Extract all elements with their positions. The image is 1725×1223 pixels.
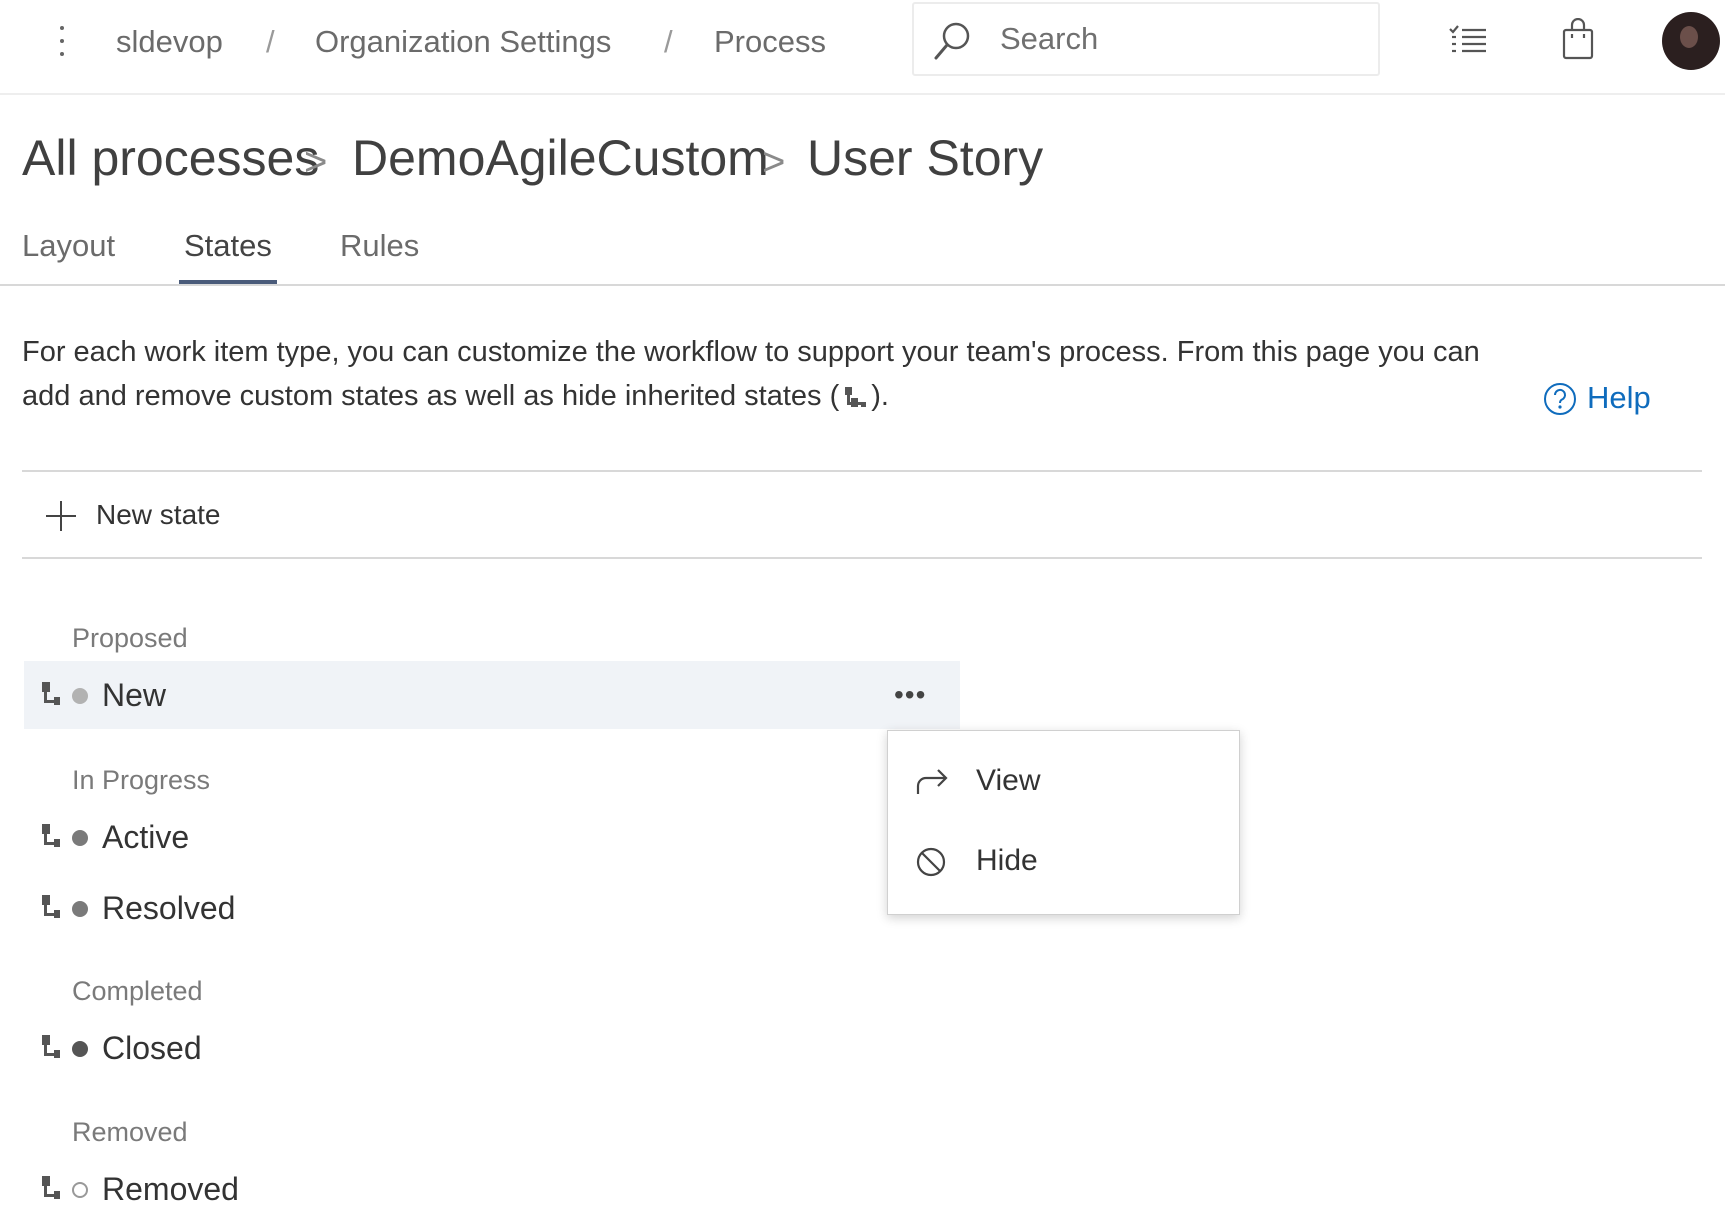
tab-states[interactable]: States [184,226,272,266]
state-row-closed[interactable]: Closed [24,1014,960,1082]
chevron-right-icon: > [304,140,328,184]
state-color-dot [72,901,88,917]
state-context-menu: View Hide [887,730,1240,915]
inherited-icon [42,1176,60,1199]
state-name: Removed [102,1171,239,1207]
tab-rules[interactable]: Rules [340,226,419,266]
tabs-divider [0,284,1725,286]
category-label-in-progress: In Progress [72,765,211,795]
top-bar: sldevop / Organization Settings / Proces… [0,0,1725,95]
state-name: New [102,677,167,713]
breadcrumb-organization-settings[interactable]: Organization Settings [315,22,611,62]
checklist-icon[interactable] [1448,18,1488,62]
breadcrumb-separator: / [266,24,275,59]
state-color-dot [72,688,88,704]
divider [22,470,1702,472]
title-process-name[interactable]: DemoAgileCustom [352,126,769,190]
title-work-item-type: User Story [807,130,1044,186]
inherited-icon [845,387,867,408]
state-name: Resolved [102,890,236,926]
menu-item-view[interactable]: View [888,751,1239,811]
breadcrumb-separator: / [664,24,673,59]
category-label-removed: Removed [72,1117,188,1147]
help-label: Help [1587,380,1651,415]
shopping-bag-icon[interactable] [1560,18,1596,62]
description-text-end: ). [871,380,889,412]
divider [22,557,1702,559]
menu-item-label: View [976,764,1041,797]
state-row-resolved[interactable]: Resolved [24,874,960,942]
state-row-new[interactable]: New ••• [24,661,960,729]
page-description: For each work item type, you can customi… [22,330,1482,418]
search-placeholder: Search [1000,21,1099,56]
inherited-icon [42,1035,60,1058]
breadcrumb-org[interactable]: sldevop [116,22,223,62]
redo-arrow-icon [916,769,948,794]
user-avatar[interactable] [1662,12,1720,70]
tab-layout[interactable]: Layout [22,226,115,266]
state-color-dot [72,1041,88,1057]
state-name: Closed [102,1030,202,1066]
menu-item-hide[interactable]: Hide [888,831,1239,891]
search-icon [934,22,970,60]
more-vertical-icon[interactable] [56,22,68,62]
description-text: For each work item type, you can customi… [22,336,1480,412]
plus-icon [46,501,76,531]
state-row-active[interactable]: Active [24,803,960,871]
inherited-icon [42,682,60,705]
state-color-dot [72,830,88,846]
category-label-proposed: Proposed [72,623,188,653]
title-all-processes[interactable]: All processes [22,126,319,190]
more-actions-button[interactable]: ••• [894,675,926,715]
search-input[interactable]: Search [912,2,1380,76]
state-color-dot [72,1182,88,1198]
state-name: Active [102,819,190,855]
menu-item-label: Hide [976,844,1038,877]
inherited-icon [42,895,60,918]
state-row-removed[interactable]: Removed [24,1155,960,1223]
breadcrumb-process[interactable]: Process [714,22,826,62]
help-circle-icon [1544,383,1576,415]
block-icon [916,847,946,877]
inherited-icon [42,824,60,847]
category-label-completed: Completed [72,976,203,1006]
chevron-right-icon: > [762,140,786,184]
new-state-label: New state [96,499,221,530]
